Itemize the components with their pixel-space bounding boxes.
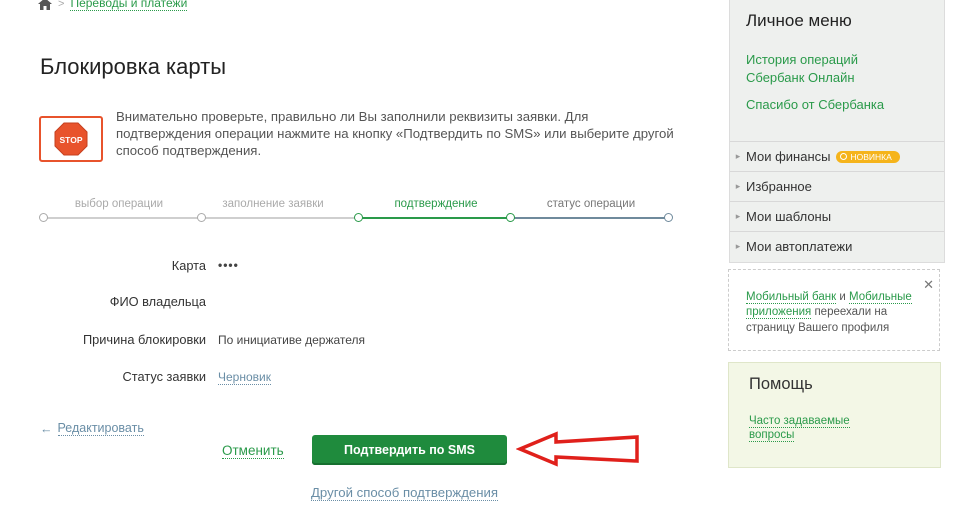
step-label-status: статус операции	[546, 198, 636, 210]
reason-value: По инициативе держателя	[218, 333, 366, 347]
step-dot	[664, 213, 673, 222]
link-spasibo[interactable]: Спасибо от Сбербанка	[746, 96, 884, 114]
mobile-notice: ✕ Мобильный банк и Мобильные приложения …	[728, 269, 940, 351]
new-badge: НОВИНКА	[836, 150, 900, 163]
step-label-confirm: подтверждение	[394, 198, 478, 210]
step-dot	[354, 213, 363, 222]
edit-label: Редактировать	[57, 421, 144, 436]
step-dot	[39, 213, 48, 222]
menu-item-label: Мои автоплатежи	[746, 239, 853, 254]
step-dot	[506, 213, 515, 222]
stop-sign: STOP	[39, 116, 103, 162]
circle-icon	[840, 153, 848, 160]
notice-and: и	[836, 291, 849, 303]
triangle-right-icon: ▸	[735, 211, 741, 221]
help-title: Помощь	[749, 375, 813, 393]
other-confirmation-link[interactable]: Другой способ подтверждения	[311, 485, 499, 501]
triangle-right-icon: ▸	[735, 181, 741, 191]
page-title: Блокировка карты	[40, 54, 227, 79]
cancel-link[interactable]: Отменить	[222, 443, 284, 459]
triangle-right-icon: ▸	[735, 151, 741, 161]
mobile-notice-text: Мобильный банк и Мобильные приложения пе…	[746, 290, 931, 336]
personal-menu-links: История операций Сбербанк Онлайн Спасибо…	[746, 51, 884, 114]
help-box: Помощь Часто задаваемые вопросы	[728, 362, 941, 468]
link-sberbank-online[interactable]: Сбербанк Онлайн	[746, 69, 884, 87]
owner-label: ФИО владельца	[109, 294, 206, 309]
stop-icon: STOP	[54, 122, 88, 156]
breadcrumb-item-payments[interactable]: Переводы и платежи	[70, 0, 188, 11]
faq-link[interactable]: Часто задаваемые вопросы	[749, 415, 850, 442]
menu-item-favorites[interactable]: ▸ Избранное	[730, 171, 944, 201]
menu-item-templates[interactable]: ▸ Мои шаблоны	[730, 201, 944, 231]
menu-item-autopayments[interactable]: ▸ Мои автоплатежи	[730, 231, 944, 261]
link-mobile-bank[interactable]: Мобильный банк	[746, 291, 837, 304]
track-next	[510, 217, 668, 219]
confirm-sms-button[interactable]: Подтвердить по SMS	[312, 435, 507, 465]
reason-label: Причина блокировки	[82, 332, 206, 347]
stop-label: STOP	[60, 135, 83, 145]
home-icon[interactable]	[38, 0, 52, 10]
step-dot	[197, 213, 206, 222]
status-label: Статус заявки	[122, 369, 206, 384]
menu-item-finances[interactable]: ▸ Мои финансы НОВИНКА	[730, 141, 944, 171]
status-value-wrap: Черновик	[218, 370, 271, 385]
personal-menu: Личное меню История операций Сбербанк Он…	[729, 0, 945, 263]
card-label: Карта	[171, 258, 206, 273]
personal-menu-title: Личное меню	[746, 11, 852, 30]
status-value[interactable]: Черновик	[218, 370, 271, 385]
menu-item-label: Мои шаблоны	[746, 209, 832, 224]
new-badge-label: НОВИНКА	[850, 151, 892, 162]
step-label-fill: заполнение заявки	[222, 198, 324, 210]
chevron-right-icon: >	[58, 0, 65, 10]
track-active	[358, 217, 510, 219]
card-value: ••••	[218, 258, 239, 272]
breadcrumb: > Переводы и платежи	[38, 0, 188, 11]
arrow-left-icon: ←	[40, 421, 53, 436]
menu-item-label: Избранное	[746, 179, 812, 194]
faq-link-wrap: Часто задаваемые вопросы	[749, 414, 889, 442]
red-arrow-annotation	[516, 431, 639, 467]
confirmation-notice: Внимательно проверьте, правильно ли Вы з…	[116, 109, 674, 158]
link-operation-history[interactable]: История операций	[746, 51, 884, 69]
triangle-right-icon: ▸	[735, 241, 741, 251]
step-label-select: выбор операции	[74, 198, 164, 210]
menu-item-label: Мои финансы	[746, 149, 831, 164]
edit-link[interactable]: ← Редактировать	[40, 421, 144, 436]
progress-steps: выбор операции заполнение заявки подтвер…	[39, 198, 673, 228]
